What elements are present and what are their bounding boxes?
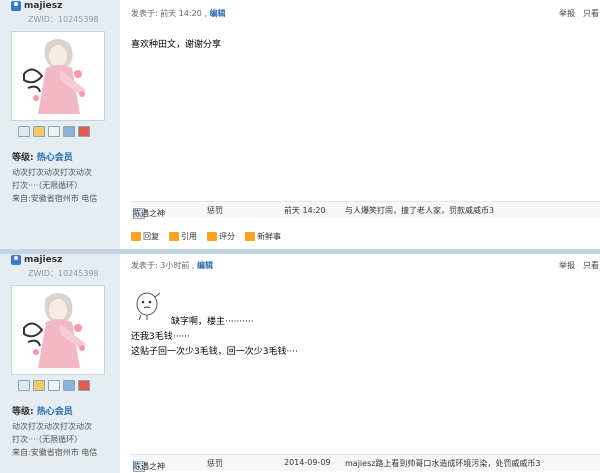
post-meta: 发表于: 3小时前 , 编辑 <box>131 261 213 270</box>
level-value[interactable]: 热心会员 <box>37 407 73 417</box>
author-level: 等级: 热心会员 <box>12 404 73 417</box>
album-icon[interactable] <box>63 126 75 137</box>
reply-label: 回复 <box>143 232 159 241</box>
edit-link[interactable]: 编辑 <box>197 261 213 270</box>
quote-button[interactable]: 引用 <box>169 231 197 242</box>
content-line: 这贴子回一次少3毛钱，回一次少3毛钱···· <box>131 347 298 357</box>
fresh-icon <box>245 232 255 241</box>
rate-time: 2014-09-09 <box>284 458 331 467</box>
rate-action: 惩罚 <box>207 459 223 468</box>
avatar-image <box>16 288 100 372</box>
author-location: 来自:安徽省宿州市 电信 <box>12 194 98 203</box>
rate-user[interactable]: 陈遇之神 <box>133 208 165 219</box>
fresh-label: 新鲜事 <box>257 232 281 241</box>
quote-icon <box>169 232 179 241</box>
post-2: majiesz ZWID：10245398 等级: 热心会员 动次打次动次打次动… <box>0 254 600 473</box>
author-motto: 动次打次动次打次动次 打次····（无限循环） 来自:安徽省宿州市 电信 <box>12 420 112 459</box>
motto-line: 打次····（无限循环） <box>12 435 83 444</box>
friend-icon[interactable] <box>33 380 45 391</box>
avatar-image <box>16 34 100 118</box>
post-actions: 回复 引用 评分 新鲜事 <box>131 231 281 242</box>
author-username[interactable]: majiesz <box>24 255 62 265</box>
post-tools: 举报 只看 <box>559 8 600 19</box>
level-value[interactable]: 热心会员 <box>37 153 73 163</box>
stats-icon[interactable] <box>78 380 90 391</box>
author-sidebar: majiesz ZWID：10245398 等级: 热心会员 动次打次动次打次动… <box>0 254 120 473</box>
score-icon <box>207 232 217 241</box>
profile-icon[interactable] <box>48 380 60 391</box>
rate-action: 惩罚 <box>207 206 223 215</box>
author-uid: ZWID：10245398 <box>28 269 99 278</box>
quote-label: 引用 <box>181 232 197 241</box>
rate-label: 评分 <box>219 232 235 241</box>
post-content: 喜欢种田文，谢谢分享 <box>131 38 221 53</box>
rating-row: 陈遇之神 惩罚 前天 14:20 与人爆笑打闹，撞了老人家，罚款威威币3 <box>131 201 600 219</box>
stats-icon[interactable] <box>78 126 90 137</box>
motto-line: 动次打次动次打次动次 <box>12 168 92 177</box>
rate-reason: 与人爆笑打闹，撞了老人家，罚款威威币3 <box>345 206 495 215</box>
author-icons <box>18 126 90 137</box>
avatar[interactable] <box>11 31 105 121</box>
report-link[interactable]: 举报 <box>559 261 575 270</box>
author-location: 来自:安徽省宿州市 电信 <box>12 448 98 457</box>
rate-user[interactable]: 陈遇之神 <box>133 461 165 472</box>
author-level: 等级: 热心会员 <box>12 150 73 163</box>
user-icon <box>11 1 21 11</box>
post-time: 发表于: 3小时前 <box>131 261 190 270</box>
fresh-button[interactable]: 新鲜事 <box>245 231 281 242</box>
author-sidebar: majiesz ZWID：10245398 等级: 热心会员 动次打次动次打次动… <box>0 0 120 249</box>
content-line: 喜欢种田文，谢谢分享 <box>131 40 222 50</box>
post-1: majiesz ZWID：10245398 等级: 热心会员 动次打次动次打次动… <box>0 0 600 249</box>
rating-row: 陈遇之神 惩罚 2014-09-09 majiesz路上看到帅哥口水造成环境污染… <box>131 454 600 472</box>
post-meta: 发表于: 前天 14:20 , 编辑 <box>131 9 226 18</box>
content-line: 缺字啊，楼主·········· <box>171 317 254 327</box>
edit-link[interactable]: 编辑 <box>209 9 225 18</box>
author-motto: 动次打次动次打次动次 打次····（无限循环） 来自:安徽省宿州市 电信 <box>12 166 112 205</box>
post-content: 缺字啊，楼主·········· 还我3毛钱······ 这贴子回一次少3毛钱，… <box>131 315 298 360</box>
content-line: 还我3毛钱······ <box>131 332 190 342</box>
reply-button[interactable]: 回复 <box>131 231 159 242</box>
post-tools: 举报 只看 <box>559 260 600 271</box>
author-name-row: majiesz <box>11 255 62 265</box>
author-icons <box>18 380 90 391</box>
author-username[interactable]: majiesz <box>24 1 62 11</box>
rate-time: 前天 14:20 <box>284 206 326 215</box>
rate-button[interactable]: 评分 <box>207 231 235 242</box>
rate-reason: majiesz路上看到帅哥口水造成环境污染，处罚威威币3 <box>345 459 541 468</box>
report-link[interactable]: 举报 <box>559 9 575 18</box>
profile-icon[interactable] <box>48 126 60 137</box>
author-uid: ZWID：10245398 <box>28 15 99 24</box>
only-author-link[interactable]: 只看 <box>583 9 599 18</box>
motto-line: 动次打次动次打次动次 <box>12 422 92 431</box>
post-time: 发表于: 前天 14:20 <box>131 9 202 18</box>
friend-icon[interactable] <box>33 126 45 137</box>
album-icon[interactable] <box>63 380 75 391</box>
author-name-row: majiesz <box>11 1 62 11</box>
message-icon[interactable] <box>18 380 30 391</box>
message-icon[interactable] <box>18 126 30 137</box>
level-label: 等级: <box>12 153 34 163</box>
avatar[interactable] <box>11 285 105 375</box>
user-icon <box>11 255 21 265</box>
reply-icon <box>131 232 141 241</box>
level-label: 等级: <box>12 407 34 417</box>
motto-line: 打次····（无限循环） <box>12 181 83 190</box>
only-author-link[interactable]: 只看 <box>583 261 599 270</box>
